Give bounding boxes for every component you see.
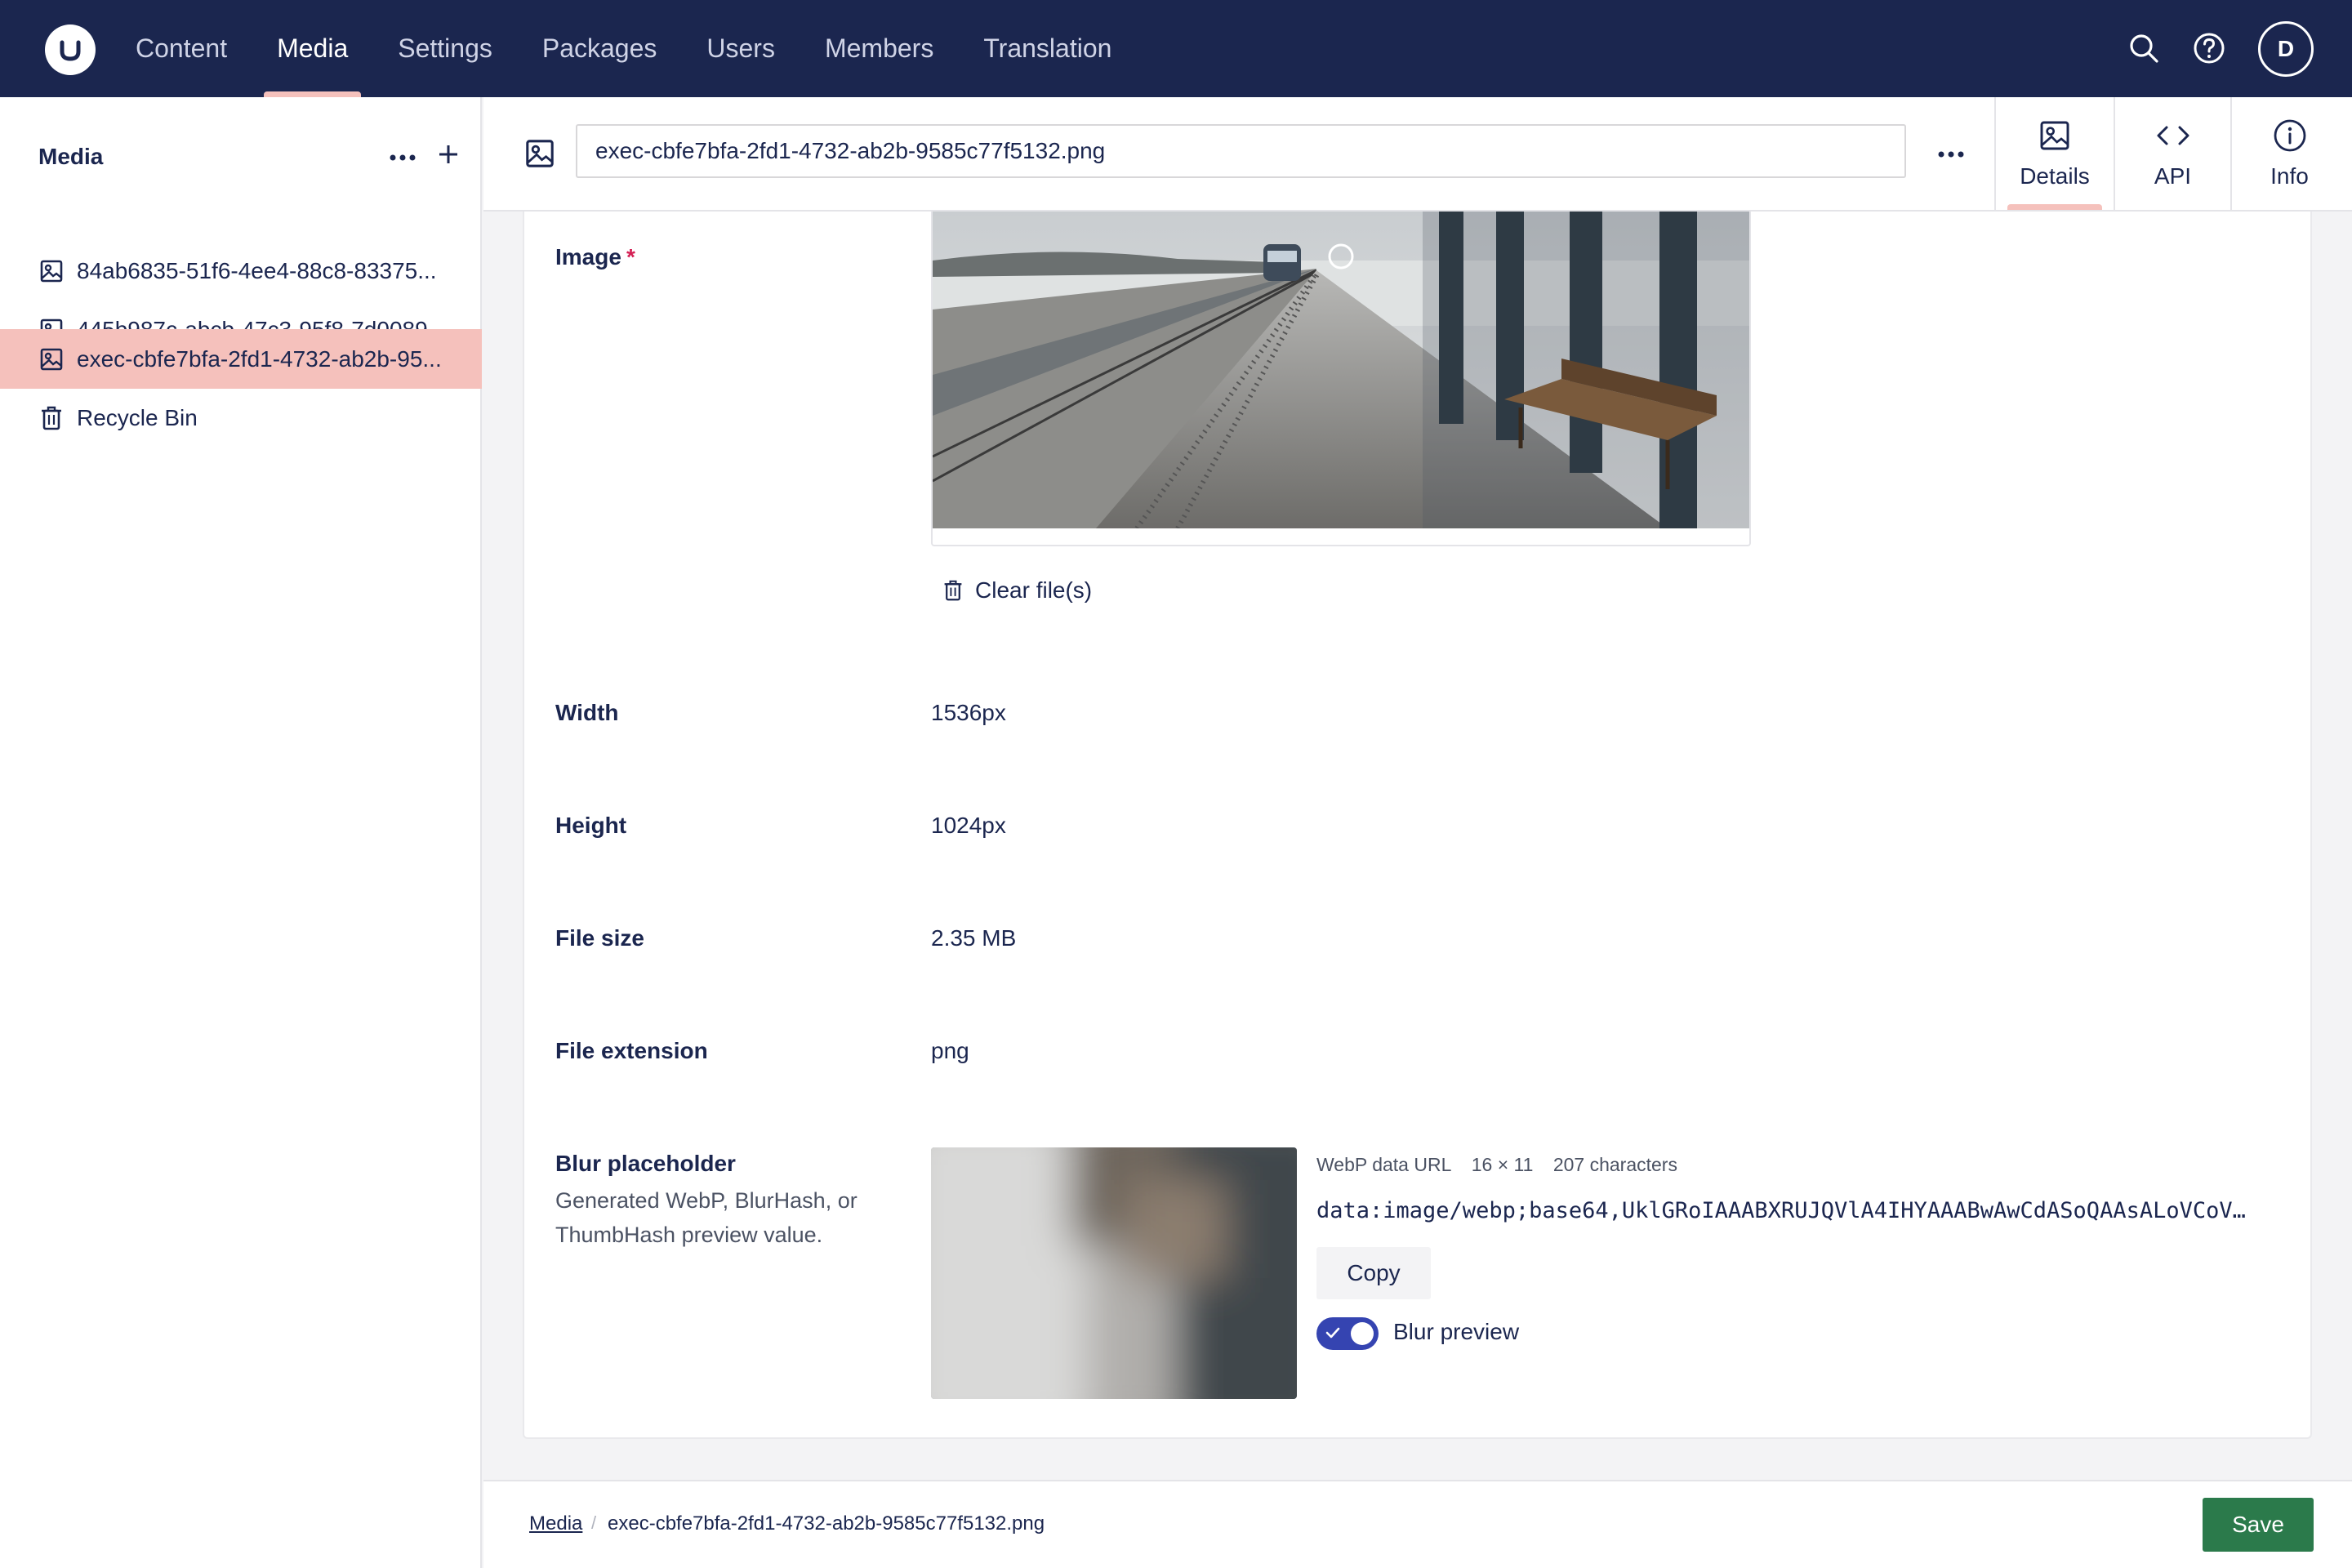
file-extension-value: png [931,1038,969,1063]
tab-api[interactable]: API [2114,97,2230,210]
help-icon[interactable] [2190,29,2228,67]
blur-format: WebP data URL [1316,1154,1452,1175]
blur-preview-label: Blur preview [1393,1319,1520,1344]
media-tree-sidebar: Media 84ab6835-51f6-4ee4-88c8-83375... 4… [0,97,482,1568]
blur-dimensions: 16 × 11 [1471,1154,1534,1175]
breadcrumb-media-link[interactable]: Media [529,1512,582,1535]
tree-item-media[interactable]: 84ab6835-51f6-4ee4-88c8-83375... [0,242,482,301]
tree-item-label: Recycle Bin [77,405,198,430]
media-name-input[interactable] [576,124,1906,178]
save-button[interactable]: Save [2203,1498,2314,1552]
tab-details[interactable]: Details [1994,97,2114,210]
blur-meta: WebP data URL 16 × 11 207 characters [1316,1154,1692,1176]
workspace-header: Details API Info [483,97,2352,212]
more-actions-icon[interactable] [1937,148,1965,163]
blur-placeholder-label: Blur placeholder [555,1151,736,1176]
nav-item-packages[interactable]: Packages [542,0,657,97]
image-icon [39,258,65,284]
file-size-label: File size [555,925,644,951]
sidebar-title: Media [38,144,104,169]
height-value: 1024px [931,813,1006,838]
code-icon [2155,118,2191,154]
trash-icon [39,405,65,431]
media-properties-panel: Image * Clear file(s) Width 1536px Heigh… [523,212,2312,1439]
info-icon [2273,118,2307,154]
top-navigation-bar: Content Media Settings Packages Users Me… [0,0,2352,97]
clear-files-button[interactable]: Clear file(s) [942,577,1092,604]
image-cropper-preview[interactable] [931,212,1751,546]
more-actions-icon[interactable] [389,151,416,166]
nav-item-members[interactable]: Members [825,0,933,97]
image-icon [2038,118,2071,154]
file-size-value: 2.35 MB [931,925,1017,951]
blur-preview-image [931,1147,1297,1399]
tab-info[interactable]: Info [2230,97,2347,210]
breadcrumb-separator: / [591,1512,597,1533]
image-label-text: Image [555,244,621,270]
image-property-label: Image * [555,244,635,270]
nav-item-users[interactable]: Users [706,0,775,97]
user-avatar[interactable]: D [2258,21,2314,77]
logo-icon [60,40,81,61]
copy-button[interactable]: Copy [1316,1247,1431,1299]
blur-char-count: 207 characters [1552,1154,1677,1175]
check-icon [1325,1327,1340,1339]
clear-files-label: Clear file(s) [975,577,1093,603]
tree-item-media-selected[interactable]: exec-cbfe7bfa-2fd1-4732-ab2b-95... [0,330,482,389]
blur-preview-toggle[interactable] [1316,1317,1379,1350]
blur-data-url: data:image/webp;base64,UklGRoIAAABXRUJQV… [1316,1198,2246,1223]
tab-label: API [2154,163,2192,189]
image-icon [39,346,65,372]
tree-item-label: exec-cbfe7bfa-2fd1-4732-ab2b-95... [77,346,442,372]
nav-item-translation[interactable]: Translation [983,0,1111,97]
height-label: Height [555,813,627,838]
umbraco-logo[interactable] [45,24,96,75]
file-extension-label: File extension [555,1038,708,1063]
trash-icon [942,578,964,603]
tree-item-recycle-bin[interactable]: Recycle Bin [0,389,482,448]
breadcrumb-current: exec-cbfe7bfa-2fd1-4732-ab2b-9585c77f513… [608,1512,1045,1535]
uploaded-image [933,212,1749,528]
main-sections: Content Media Settings Packages Users Me… [136,0,1161,97]
tree-item-label: 84ab6835-51f6-4ee4-88c8-83375... [77,258,437,283]
workspace-footer: Media / exec-cbfe7bfa-2fd1-4732-ab2b-958… [483,1480,2352,1568]
required-marker: * [626,244,635,270]
add-icon[interactable] [436,140,461,175]
tab-label: Details [2020,163,2090,189]
tab-label: Info [2270,163,2309,189]
nav-item-settings[interactable]: Settings [398,0,492,97]
search-icon[interactable] [2125,29,2163,67]
width-value: 1536px [931,700,1006,725]
width-label: Width [555,700,619,725]
nav-item-content[interactable]: Content [136,0,227,97]
toggle-knob [1351,1322,1374,1345]
nav-item-media[interactable]: Media [264,0,362,97]
blur-placeholder-description: Generated WebP, BlurHash, or ThumbHash p… [555,1188,858,1247]
image-icon[interactable] [524,138,555,173]
